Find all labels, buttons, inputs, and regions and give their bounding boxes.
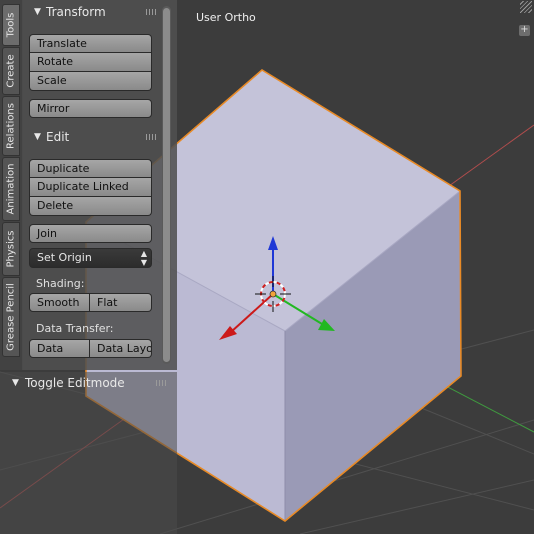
transform-panel-header[interactable]: ▼ Transform (22, 3, 162, 21)
toggle-editmode-title: Toggle Editmode (25, 376, 125, 390)
view-mode-label: User Ortho (196, 11, 256, 24)
tab-grease-pencil[interactable]: Grease Pencil (2, 277, 20, 357)
smooth-shading-button[interactable]: Smooth (29, 293, 90, 312)
duplicate-linked-button[interactable]: Duplicate Linked (29, 178, 152, 197)
toggle-editmode-panel-header[interactable]: ▼ Toggle Editmode (0, 374, 172, 392)
origin-dot-icon (269, 290, 277, 298)
tab-create-label: Create (5, 54, 17, 88)
shading-label: Shading: (36, 277, 85, 290)
data-transfer-label: Data Transfer: (36, 322, 114, 335)
area-split-corner-icon[interactable] (520, 1, 532, 13)
tab-relations-label: Relations (5, 103, 17, 149)
translate-button[interactable]: Translate (29, 34, 152, 53)
tab-animation-label: Animation (5, 163, 17, 215)
dropdown-arrows-icon: ▲ ▼ (140, 249, 147, 267)
collapse-triangle-icon: ▼ (34, 7, 41, 17)
scale-button[interactable]: Scale (29, 72, 152, 91)
rotate-button[interactable]: Rotate (29, 53, 152, 72)
tab-tools[interactable]: Tools (2, 4, 20, 46)
tool-shelf-scrollbar[interactable] (162, 6, 171, 364)
edit-panel-title: Edit (46, 130, 70, 144)
transform-panel-title: Transform (46, 5, 106, 19)
scrollbar-thumb[interactable] (163, 8, 170, 362)
data-transfer-button[interactable]: Data (29, 339, 90, 358)
delete-button[interactable]: Delete (29, 197, 152, 216)
collapse-triangle-icon: ▼ (12, 378, 19, 388)
join-button[interactable]: Join (29, 224, 152, 243)
tab-relations[interactable]: Relations (2, 96, 20, 156)
collapse-triangle-icon: ▼ (34, 132, 41, 142)
tab-grease-pencil-label: Grease Pencil (5, 283, 17, 351)
tab-physics[interactable]: Physics (2, 222, 20, 276)
edit-panel-header[interactable]: ▼ Edit (22, 128, 162, 146)
tab-animation[interactable]: Animation (2, 157, 20, 221)
data-layout-button[interactable]: Data Layo (90, 339, 152, 358)
drag-grip-icon[interactable] (156, 380, 168, 386)
set-origin-label: Set Origin (37, 251, 92, 264)
tool-shelf: ▼ Transform Translate Rotate Scale Mirro… (22, 0, 177, 370)
drag-grip-icon[interactable] (146, 134, 158, 140)
tab-create[interactable]: Create (2, 47, 20, 95)
drag-grip-icon[interactable] (146, 9, 158, 15)
set-origin-dropdown[interactable]: Set Origin ▲ ▼ (29, 248, 152, 268)
mirror-button[interactable]: Mirror (29, 99, 152, 118)
tool-tab-strip: Tools Create Relations Animation Physics… (0, 0, 23, 370)
add-properties-region-icon[interactable]: + (519, 25, 530, 36)
flat-shading-button[interactable]: Flat (90, 293, 152, 312)
operator-panel: ▼ Toggle Editmode (0, 372, 177, 534)
tab-physics-label: Physics (5, 230, 17, 268)
tab-tools-label: Tools (5, 12, 17, 38)
duplicate-button[interactable]: Duplicate (29, 159, 152, 178)
